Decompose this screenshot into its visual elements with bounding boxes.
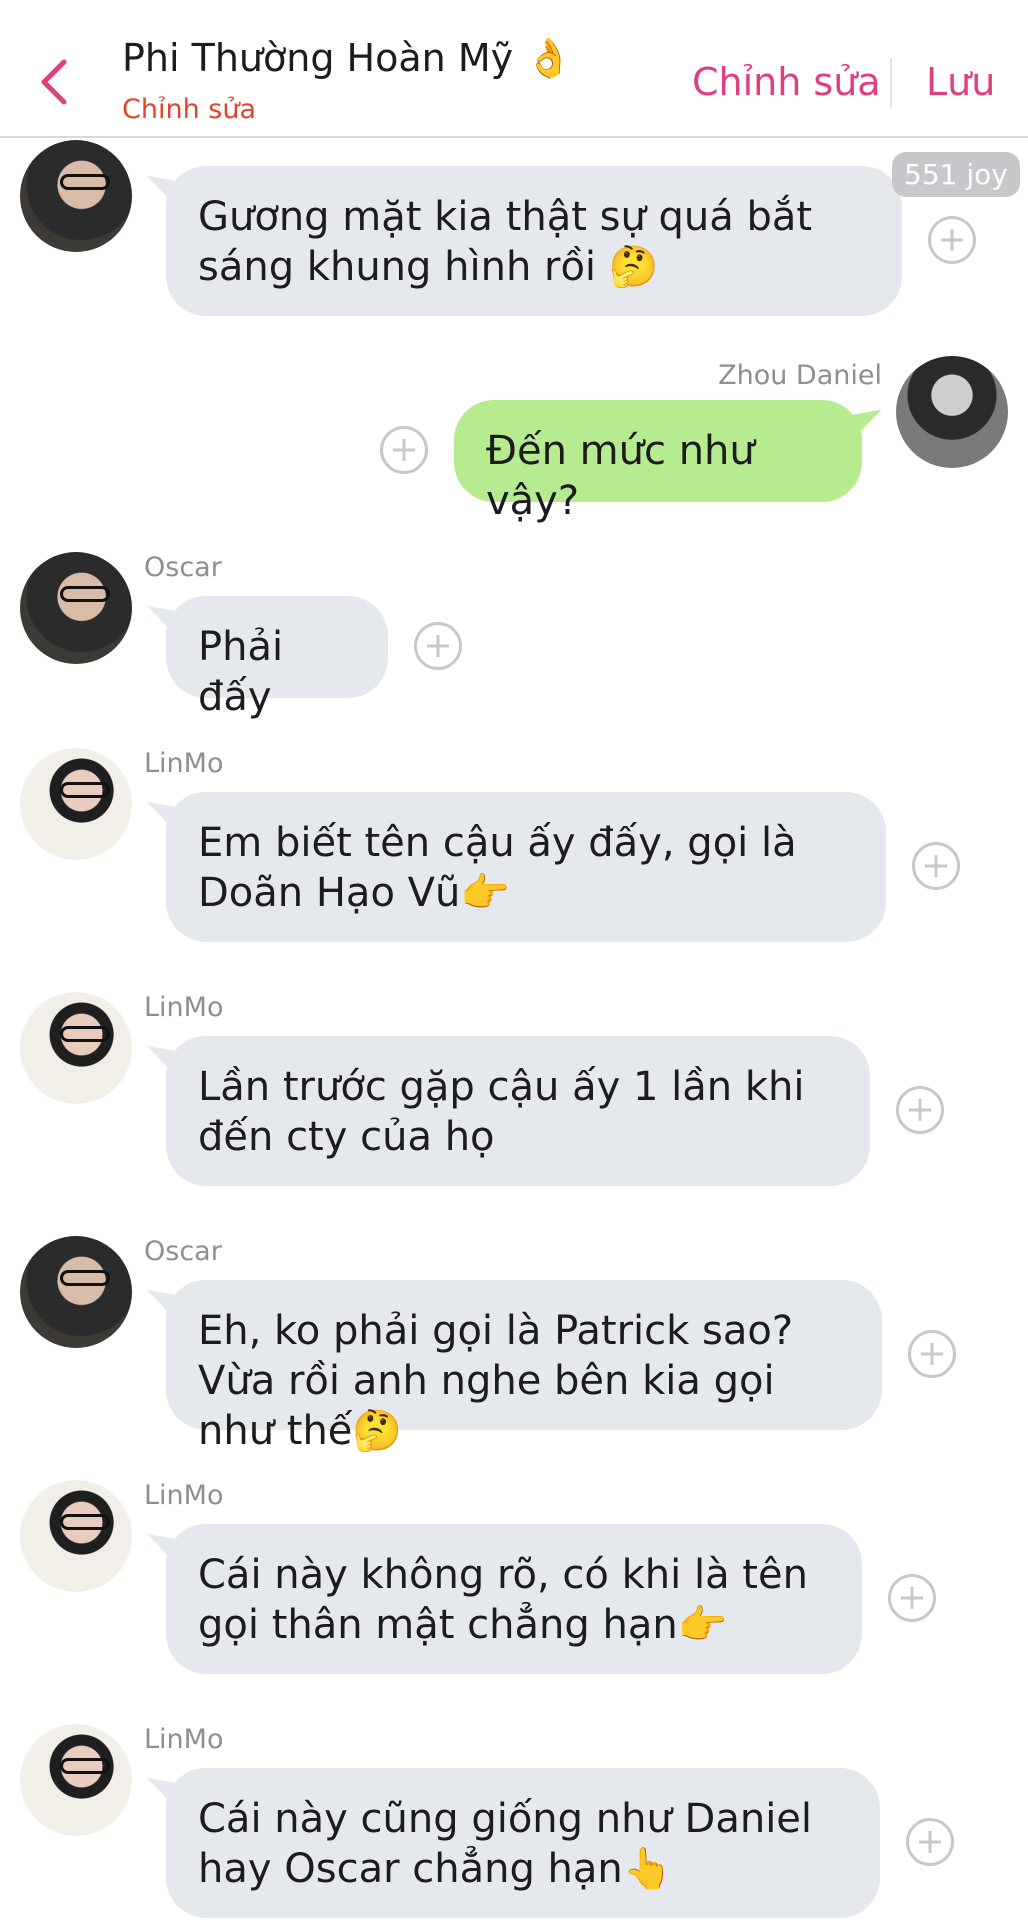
avatar[interactable] <box>20 552 132 664</box>
avatar[interactable] <box>20 1480 132 1592</box>
message-text: Em biết tên cậu ấy đấy, gọi là Doãn Hạo … <box>198 820 797 916</box>
edit-button[interactable]: Chỉnh sửa <box>692 60 881 104</box>
avatar[interactable] <box>20 992 132 1104</box>
message-text: Lần trước gặp cậu ấy 1 lần khi đến cty c… <box>198 1064 805 1160</box>
message-bubble[interactable]: Cái này cũng giống như Daniel hay Oscar … <box>140 1765 880 1918</box>
add-reaction-icon[interactable] <box>888 1574 936 1622</box>
avatar[interactable] <box>896 356 1008 468</box>
add-reaction-icon[interactable] <box>928 216 976 264</box>
add-reaction-icon[interactable] <box>896 1086 944 1134</box>
sender-name: Zhou Daniel <box>718 360 882 391</box>
message-list[interactable]: Gương mặt kia thật sự quá bắt sáng khung… <box>0 136 1028 1920</box>
message-bubble[interactable]: Em biết tên cậu ấy đấy, gọi là Doãn Hạo … <box>140 789 886 942</box>
sender-name: LinMo <box>144 748 224 779</box>
avatar[interactable] <box>20 1236 132 1348</box>
chat-title: Phi Thường Hoàn Mỹ 👌 <box>122 36 573 80</box>
sender-name: Oscar <box>144 552 222 583</box>
add-reaction-icon[interactable] <box>414 622 462 670</box>
add-reaction-icon[interactable] <box>912 842 960 890</box>
add-reaction-icon[interactable] <box>906 1818 954 1866</box>
save-button[interactable]: Lưu <box>926 60 995 104</box>
message-text: Gương mặt kia thật sự quá bắt sáng khung… <box>198 194 813 290</box>
avatar[interactable] <box>20 748 132 860</box>
header-divider <box>890 58 892 108</box>
message-text: Eh, ko phải gọi là Patrick sao? Vừa rồi … <box>198 1308 794 1454</box>
message-text: Cái này cũng giống như Daniel hay Oscar … <box>198 1796 813 1892</box>
message-bubble[interactable]: Eh, ko phải gọi là Patrick sao? Vừa rồi … <box>140 1277 882 1454</box>
sender-name: Oscar <box>144 1236 222 1267</box>
avatar[interactable] <box>20 1724 132 1836</box>
chat-header: Phi Thường Hoàn Mỹ 👌 Chỉnh sửa Chỉnh sửa… <box>0 0 1028 138</box>
message-text: Phải đấy <box>198 624 284 720</box>
reaction-badge[interactable]: 551 joy <box>892 152 1020 197</box>
message-bubble[interactable]: Cái này không rõ, có khi là tên gọi thân… <box>140 1521 862 1674</box>
sender-name: LinMo <box>144 992 224 1023</box>
message-bubble[interactable]: Đến mức như vậy? <box>454 397 888 524</box>
message-bubble[interactable]: Lần trước gặp cậu ấy 1 lần khi đến cty c… <box>140 1033 870 1186</box>
message-text: Đến mức như vậy? <box>486 428 755 524</box>
add-reaction-icon[interactable] <box>908 1330 956 1378</box>
avatar[interactable] <box>20 140 132 252</box>
sender-name: LinMo <box>144 1724 224 1755</box>
back-chevron-icon[interactable] <box>34 56 74 108</box>
message-bubble[interactable]: Gương mặt kia thật sự quá bắt sáng khung… <box>140 163 902 316</box>
chat-subtitle: Chỉnh sửa <box>122 94 256 125</box>
sender-name: LinMo <box>144 1480 224 1511</box>
message-bubble[interactable]: Phải đấy <box>140 593 388 720</box>
message-text: Cái này không rõ, có khi là tên gọi thân… <box>198 1552 808 1648</box>
add-reaction-icon[interactable] <box>380 426 428 474</box>
